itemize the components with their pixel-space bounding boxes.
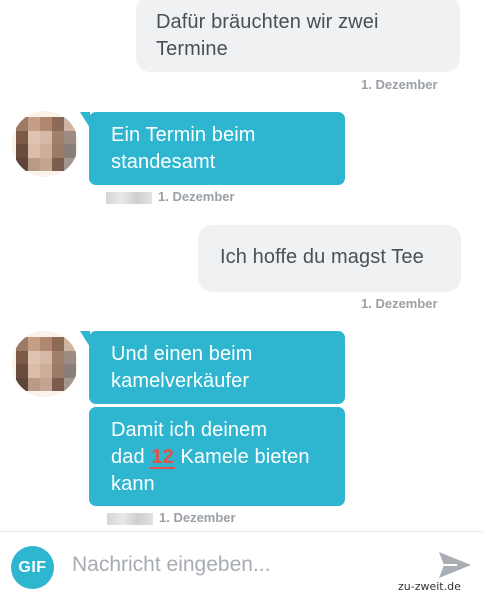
message-text: Damit ich deinem — [111, 419, 268, 441]
avatar[interactable] — [12, 331, 78, 397]
message-timestamp: 1. Dezember — [361, 296, 438, 311]
gif-button[interactable]: GIF — [11, 546, 54, 589]
number-emoji-icon: 12 — [150, 446, 175, 469]
message-timestamp: 1. Dezember — [107, 510, 236, 525]
message-timestamp: 1. Dezember — [361, 77, 438, 92]
avatar-pixelated-image — [16, 337, 76, 391]
message-text: Ein Termin beim — [111, 124, 256, 146]
message-text: dad 12 Kamele bieten — [111, 446, 310, 469]
message-timestamp: 1. Dezember — [106, 189, 235, 204]
outgoing-message-bubble[interactable]: Dafür bräuchten wir zwei Termine — [136, 0, 460, 72]
watermark: zu-zweit.de — [398, 580, 461, 593]
outgoing-message-bubble[interactable]: Ich hoffe du magst Tee — [198, 225, 461, 292]
message-text: Termine — [156, 38, 228, 60]
send-icon[interactable] — [437, 550, 473, 580]
incoming-message-bubble[interactable]: Und einen beim kamelverkäufer — [80, 331, 345, 404]
message-text: Ich hoffe du magst Tee — [220, 246, 424, 268]
blurred-sender-name — [106, 191, 152, 204]
message-text: standesamt — [111, 151, 216, 173]
avatar[interactable] — [12, 111, 78, 177]
message-text: kamelverkäufer — [111, 370, 250, 392]
message-input[interactable]: Nachricht eingeben... — [72, 553, 270, 577]
incoming-message-bubble[interactable]: Damit ich deinem dad 12 Kamele bieten ka… — [89, 407, 345, 506]
composer-divider — [0, 531, 483, 532]
incoming-message-bubble[interactable]: Ein Termin beim standesamt — [80, 112, 345, 185]
message-text: Dafür bräuchten wir zwei — [156, 11, 379, 33]
message-text: kann — [111, 473, 155, 495]
message-text: Und einen beim — [111, 343, 253, 365]
avatar-pixelated-image — [16, 117, 76, 171]
blurred-sender-name — [107, 512, 153, 525]
